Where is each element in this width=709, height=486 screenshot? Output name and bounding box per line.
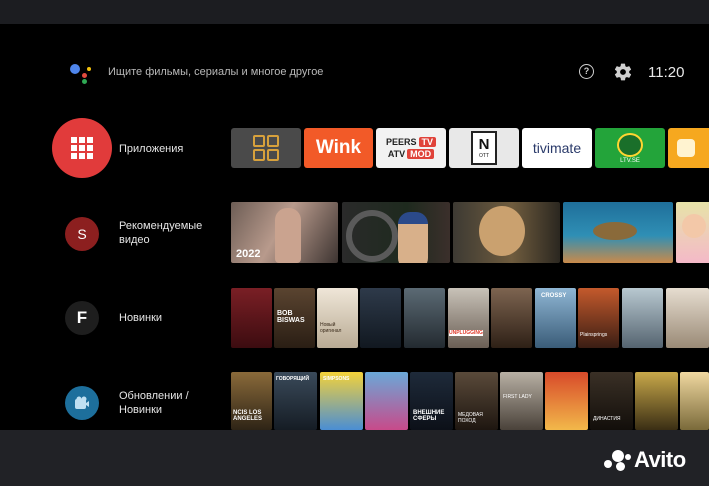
cartoon-character [398,212,428,263]
clock: 11:20 [648,64,685,81]
poster-r4-2[interactable]: ГОВОРЯЩИЙ [274,372,317,430]
poster-r4-8[interactable] [545,372,588,430]
poster-title: SIMPSONS [323,376,350,382]
poster-r4-1[interactable]: NCIS LOS ANGELES [231,372,272,430]
video-caption-year: 2022 [236,248,261,260]
poster-r3-7[interactable] [491,288,532,348]
poster-title: ДИНАСТИЯ [593,416,621,422]
poster-r4-3[interactable]: SIMPSONS [320,372,363,430]
ltv-label: LTV.SE [620,157,640,164]
steering-wheel-shape [346,210,398,262]
poster-r3-5[interactable] [404,288,445,348]
app-tile-wink[interactable]: Wink [304,128,373,168]
recommended-row-letter: S [77,226,87,242]
person-figure [275,208,301,263]
cartoon-baby [682,214,706,238]
apps-row-icon[interactable] [52,118,112,178]
turtle-shape [593,222,637,240]
grid-icon [71,137,93,159]
new-releases-row-letter: F [76,308,88,327]
media-icon [75,396,89,409]
app-tile-all-apps[interactable] [231,128,301,168]
app-tile-n-ott[interactable]: N OTT [449,128,519,168]
poster-r3-1[interactable] [231,288,272,348]
video-thumbnail-3[interactable] [453,202,560,263]
help-icon[interactable]: ? [579,64,594,79]
poster-r3-10[interactable] [622,288,663,348]
avito-text: Avito [634,447,686,472]
poster-r4-6[interactable]: МЕДОВАЯ ПОХОД [455,372,498,430]
tv-label: TV [418,137,437,147]
ltv-logo [617,132,643,157]
doll-figure [479,206,525,256]
poster-r3-3[interactable]: Новый оригинал [317,288,358,348]
video-thumbnail-5[interactable] [676,202,709,263]
poster-r4-4[interactable] [365,372,408,430]
atv-label: ATV [387,149,406,159]
poster-title: Новый оригинал [320,322,342,334]
app-tile-partial[interactable] [668,128,709,168]
poster-r3-6[interactable]: UNPLUGGING [448,288,489,348]
poster-title: NCIS LOS ANGELES [233,410,263,422]
avito-logo-icon [604,448,632,472]
poster-r4-10[interactable] [635,372,678,430]
row-label-apps: Приложения [119,143,184,155]
tv-bezel-bottom [0,430,709,486]
apps-grid-icon [253,135,279,161]
row-label-updates: Обновлении / Новинки [119,390,189,416]
video-thumbnail-4[interactable] [563,202,673,263]
google-assistant-icon[interactable] [68,62,96,84]
peers-label: PEERS [385,137,417,147]
gear-icon[interactable] [613,62,633,82]
search-prompt[interactable]: Ищите фильмы, сериалы и многое другое [108,66,323,78]
updates-row-icon[interactable] [65,386,99,420]
poster-title: FIRST LADY [503,394,532,400]
wink-logo-text: Wink [315,137,362,158]
poster-r3-9[interactable]: Plainsprings [578,288,619,348]
avito-watermark: Avito [604,447,686,472]
poster-r4-7[interactable]: FIRST LADY [500,372,543,430]
poster-title: UNPLUGGING [449,330,483,336]
video-thumbnail-2[interactable] [342,202,450,263]
tv-bezel-top [0,0,709,24]
n-ott-logo: N OTT [471,131,497,165]
tivimate-logo-text: tivimate [532,140,582,156]
new-releases-row-icon[interactable]: F [65,301,99,335]
poster-r3-11[interactable] [666,288,709,348]
poster-title: BOB BISWAS [277,310,305,324]
row-label-recommended: Рекомендуемые видео [119,220,203,246]
row-label-new-releases: Новинки [119,312,163,324]
poster-title: CROSSY [541,293,567,299]
poster-title: ВНЕШНИЕ СФЕРЫ [413,410,445,422]
poster-r4-11[interactable] [680,372,709,430]
poster-r4-5[interactable]: ВНЕШНИЕ СФЕРЫ [410,372,453,430]
video-thumbnail-1[interactable]: 2022 [231,202,338,263]
poster-r3-4[interactable] [360,288,401,348]
n-ott-letter: N [478,136,490,153]
poster-title: Plainsprings [580,332,608,338]
poster-title: МЕДОВАЯ ПОХОД [458,412,483,424]
poster-r4-9[interactable]: ДИНАСТИЯ [590,372,633,430]
n-ott-sublabel: OTT [479,153,489,159]
poster-title: ГОВОРЯЩИЙ [276,376,310,382]
android-tv-home-screen: Ищите фильмы, сериалы и многое другое ? … [0,24,709,430]
poster-r3-2[interactable]: BOB BISWAS [274,288,315,348]
app-tile-tivimate[interactable]: tivimate [522,128,592,168]
app-logo-partial [677,139,695,157]
app-tile-ltv[interactable]: LTV.SE [595,128,665,168]
mod-label: MOD [407,149,435,159]
poster-r3-8[interactable]: CROSSY [535,288,576,348]
recommended-row-icon[interactable]: S [65,217,99,251]
app-tile-peers-tv[interactable]: PEERS TV ATV MOD [376,128,446,168]
